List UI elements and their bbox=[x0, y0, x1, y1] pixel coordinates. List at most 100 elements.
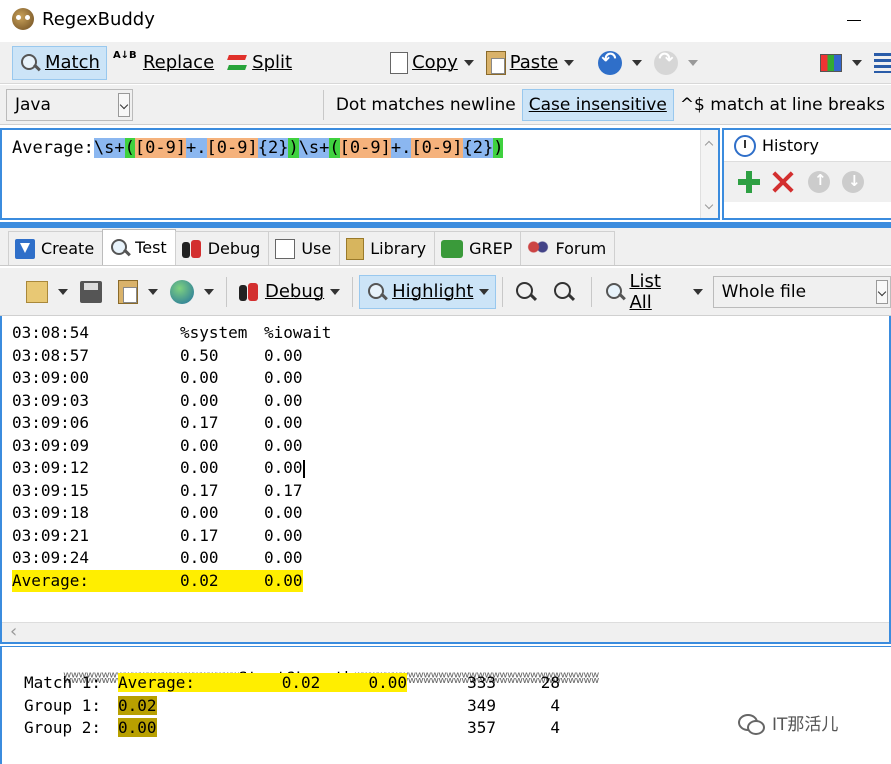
clock-icon bbox=[734, 134, 756, 157]
test-line-system: 0.00 bbox=[180, 503, 219, 522]
test-line-system: 0.17 bbox=[180, 525, 219, 545]
match-mode-button[interactable]: Match bbox=[12, 45, 107, 80]
test-subject-editor[interactable]: 03:08:54 %system %iowait 03:08:57 0.50 0.00 03… bbox=[0, 316, 891, 644]
regex-token: ( bbox=[124, 138, 135, 158]
paste-test-button[interactable] bbox=[112, 275, 164, 309]
scope-select[interactable]: Whole file bbox=[712, 275, 891, 308]
test-line: 03:09:00 0.00 0.00 bbox=[12, 367, 331, 390]
add-icon[interactable] bbox=[738, 171, 760, 193]
bug-icon bbox=[181, 238, 202, 260]
redo-button[interactable] bbox=[648, 46, 704, 80]
result-start: 349 bbox=[467, 695, 496, 715]
flavor-select[interactable]: Java bbox=[6, 88, 134, 121]
test-line: Average: 0.02 0.00 bbox=[12, 569, 331, 592]
zoom-in-icon bbox=[553, 281, 575, 303]
line-breaks-label: ^$ match at line breaks bbox=[679, 94, 885, 115]
paste-icon bbox=[118, 279, 138, 304]
layout-button[interactable] bbox=[814, 46, 868, 80]
next-match-button[interactable] bbox=[547, 275, 585, 309]
code-icon bbox=[275, 238, 296, 259]
result-label: Match 1: bbox=[24, 673, 102, 692]
result-start: 357 bbox=[467, 718, 496, 737]
test-line: 03:09:12 0.00 0.00 bbox=[12, 457, 331, 480]
test-line-time: Average: bbox=[12, 570, 90, 590]
delete-icon[interactable] bbox=[772, 171, 794, 193]
case-insensitive-toggle[interactable]: Case insensitive bbox=[521, 88, 674, 121]
tab-create[interactable]: Create bbox=[8, 231, 104, 265]
result-label: Group 1: bbox=[24, 695, 102, 715]
test-line-iowait: 0.00 bbox=[264, 345, 303, 365]
test-line-system: 0.00 bbox=[180, 368, 219, 387]
move-up-icon[interactable] bbox=[808, 171, 830, 193]
split-icon bbox=[226, 52, 248, 74]
chevron-down-icon bbox=[463, 59, 474, 66]
test-line-time: 03:09:18 bbox=[12, 503, 90, 522]
regex-editor[interactable]: Average:\s+([0-9]+.[0-9]{2})\s+([0-9]+.[… bbox=[0, 128, 720, 220]
tab-debug-label: Debug bbox=[207, 239, 261, 258]
chevron-down-icon[interactable] bbox=[704, 200, 714, 210]
chevron-up-icon[interactable] bbox=[704, 140, 714, 150]
test-line: 03:09:06 0.17 0.00 bbox=[12, 412, 331, 435]
open-file-button[interactable] bbox=[20, 275, 74, 309]
test-line: 03:09:21 0.17 0.00 bbox=[12, 525, 331, 548]
watermark-text: IT那活儿 bbox=[772, 715, 839, 735]
tab-grep[interactable]: GREP bbox=[434, 231, 522, 265]
flavor-value: Java bbox=[15, 94, 51, 115]
chevron-down-icon[interactable] bbox=[876, 279, 888, 304]
web-button[interactable] bbox=[164, 275, 220, 309]
test-line: 03:09:09 0.00 0.00 bbox=[12, 435, 331, 458]
previous-match-button[interactable] bbox=[509, 275, 547, 309]
result-text: Average: 0.02 0.00 bbox=[118, 673, 407, 692]
regex-text[interactable]: Average:\s+([0-9]+.[0-9]{2})\s+([0-9]+.[… bbox=[12, 138, 504, 158]
dot-matches-newline-toggle[interactable]: Dot matches newline bbox=[330, 89, 522, 121]
paste-button[interactable]: Paste bbox=[480, 46, 581, 80]
result-length: 4 bbox=[550, 718, 560, 737]
results-panel: ʬʬʬʬʬʬʬʬʬʬʬʬʬʬʬʬʬʬʬʬʬʬʬStart?Lengthʬʬʬʬʬ… bbox=[0, 646, 891, 764]
list-all-button[interactable]: List All bbox=[598, 271, 708, 313]
chevron-down-icon bbox=[330, 288, 341, 295]
copy-button[interactable]: Copy bbox=[384, 46, 480, 80]
highlight-button[interactable]: Highlight bbox=[359, 274, 497, 309]
split-mode-button[interactable]: Split bbox=[220, 46, 298, 80]
test-line-iowait: 0.00 bbox=[264, 503, 303, 522]
tab-test[interactable]: Test bbox=[102, 229, 176, 265]
tab-use[interactable]: Use bbox=[268, 231, 341, 265]
minimize-button[interactable] bbox=[847, 12, 863, 28]
debug-button[interactable]: Debug bbox=[233, 275, 346, 309]
test-line-iowait: 0.17 bbox=[264, 480, 303, 500]
test-subject-text[interactable]: 03:08:54 %system %iowait 03:08:57 0.50 0.00 03… bbox=[12, 322, 331, 592]
replace-icon: A↓B bbox=[112, 49, 137, 61]
forum-icon bbox=[527, 238, 550, 259]
undo-button[interactable] bbox=[592, 46, 648, 80]
folder-icon bbox=[26, 280, 48, 303]
test-line-system: 0.00 bbox=[180, 548, 219, 567]
test-line-system: 0.17 bbox=[180, 480, 219, 500]
chevron-down-icon[interactable] bbox=[118, 92, 131, 117]
tab-library-label: Library bbox=[370, 239, 427, 258]
regex-scrollbar[interactable] bbox=[700, 130, 718, 218]
tab-debug[interactable]: Debug bbox=[174, 231, 270, 265]
save-button[interactable] bbox=[74, 275, 112, 309]
test-line-system: 0.17 bbox=[180, 413, 219, 432]
tab-library[interactable]: Library bbox=[339, 231, 436, 265]
move-down-icon[interactable] bbox=[842, 171, 864, 193]
chevron-down-icon bbox=[148, 288, 158, 295]
result-row[interactable]: Group 1: 0.02 349 4 bbox=[24, 695, 560, 715]
result-row[interactable]: Group 2: 0.00 357 4 bbox=[24, 718, 560, 737]
result-row[interactable]: Match 1: Average: 0.02 0.00 333 28 bbox=[24, 673, 560, 692]
horizontal-scrollbar[interactable] bbox=[2, 621, 889, 642]
test-toolbar: Debug Highlight List All Whole file bbox=[0, 268, 891, 316]
history-toolbar bbox=[724, 162, 891, 202]
toolbar-separator bbox=[502, 276, 504, 307]
more-button[interactable] bbox=[868, 46, 891, 80]
line-breaks-toggle[interactable]: ^$ match at line breaks bbox=[674, 89, 891, 121]
toolbar-separator bbox=[323, 89, 324, 120]
list-all-label: List All bbox=[629, 270, 661, 313]
result-length: 28 bbox=[540, 673, 560, 692]
regex-token: +. bbox=[186, 138, 207, 158]
tab-forum[interactable]: Forum bbox=[520, 231, 616, 265]
toolbar-separator bbox=[352, 276, 354, 307]
replace-mode-button[interactable]: A↓B Replace bbox=[107, 46, 220, 80]
test-line: 03:09:24 0.00 0.00 bbox=[12, 547, 331, 570]
text-caret bbox=[302, 459, 305, 478]
